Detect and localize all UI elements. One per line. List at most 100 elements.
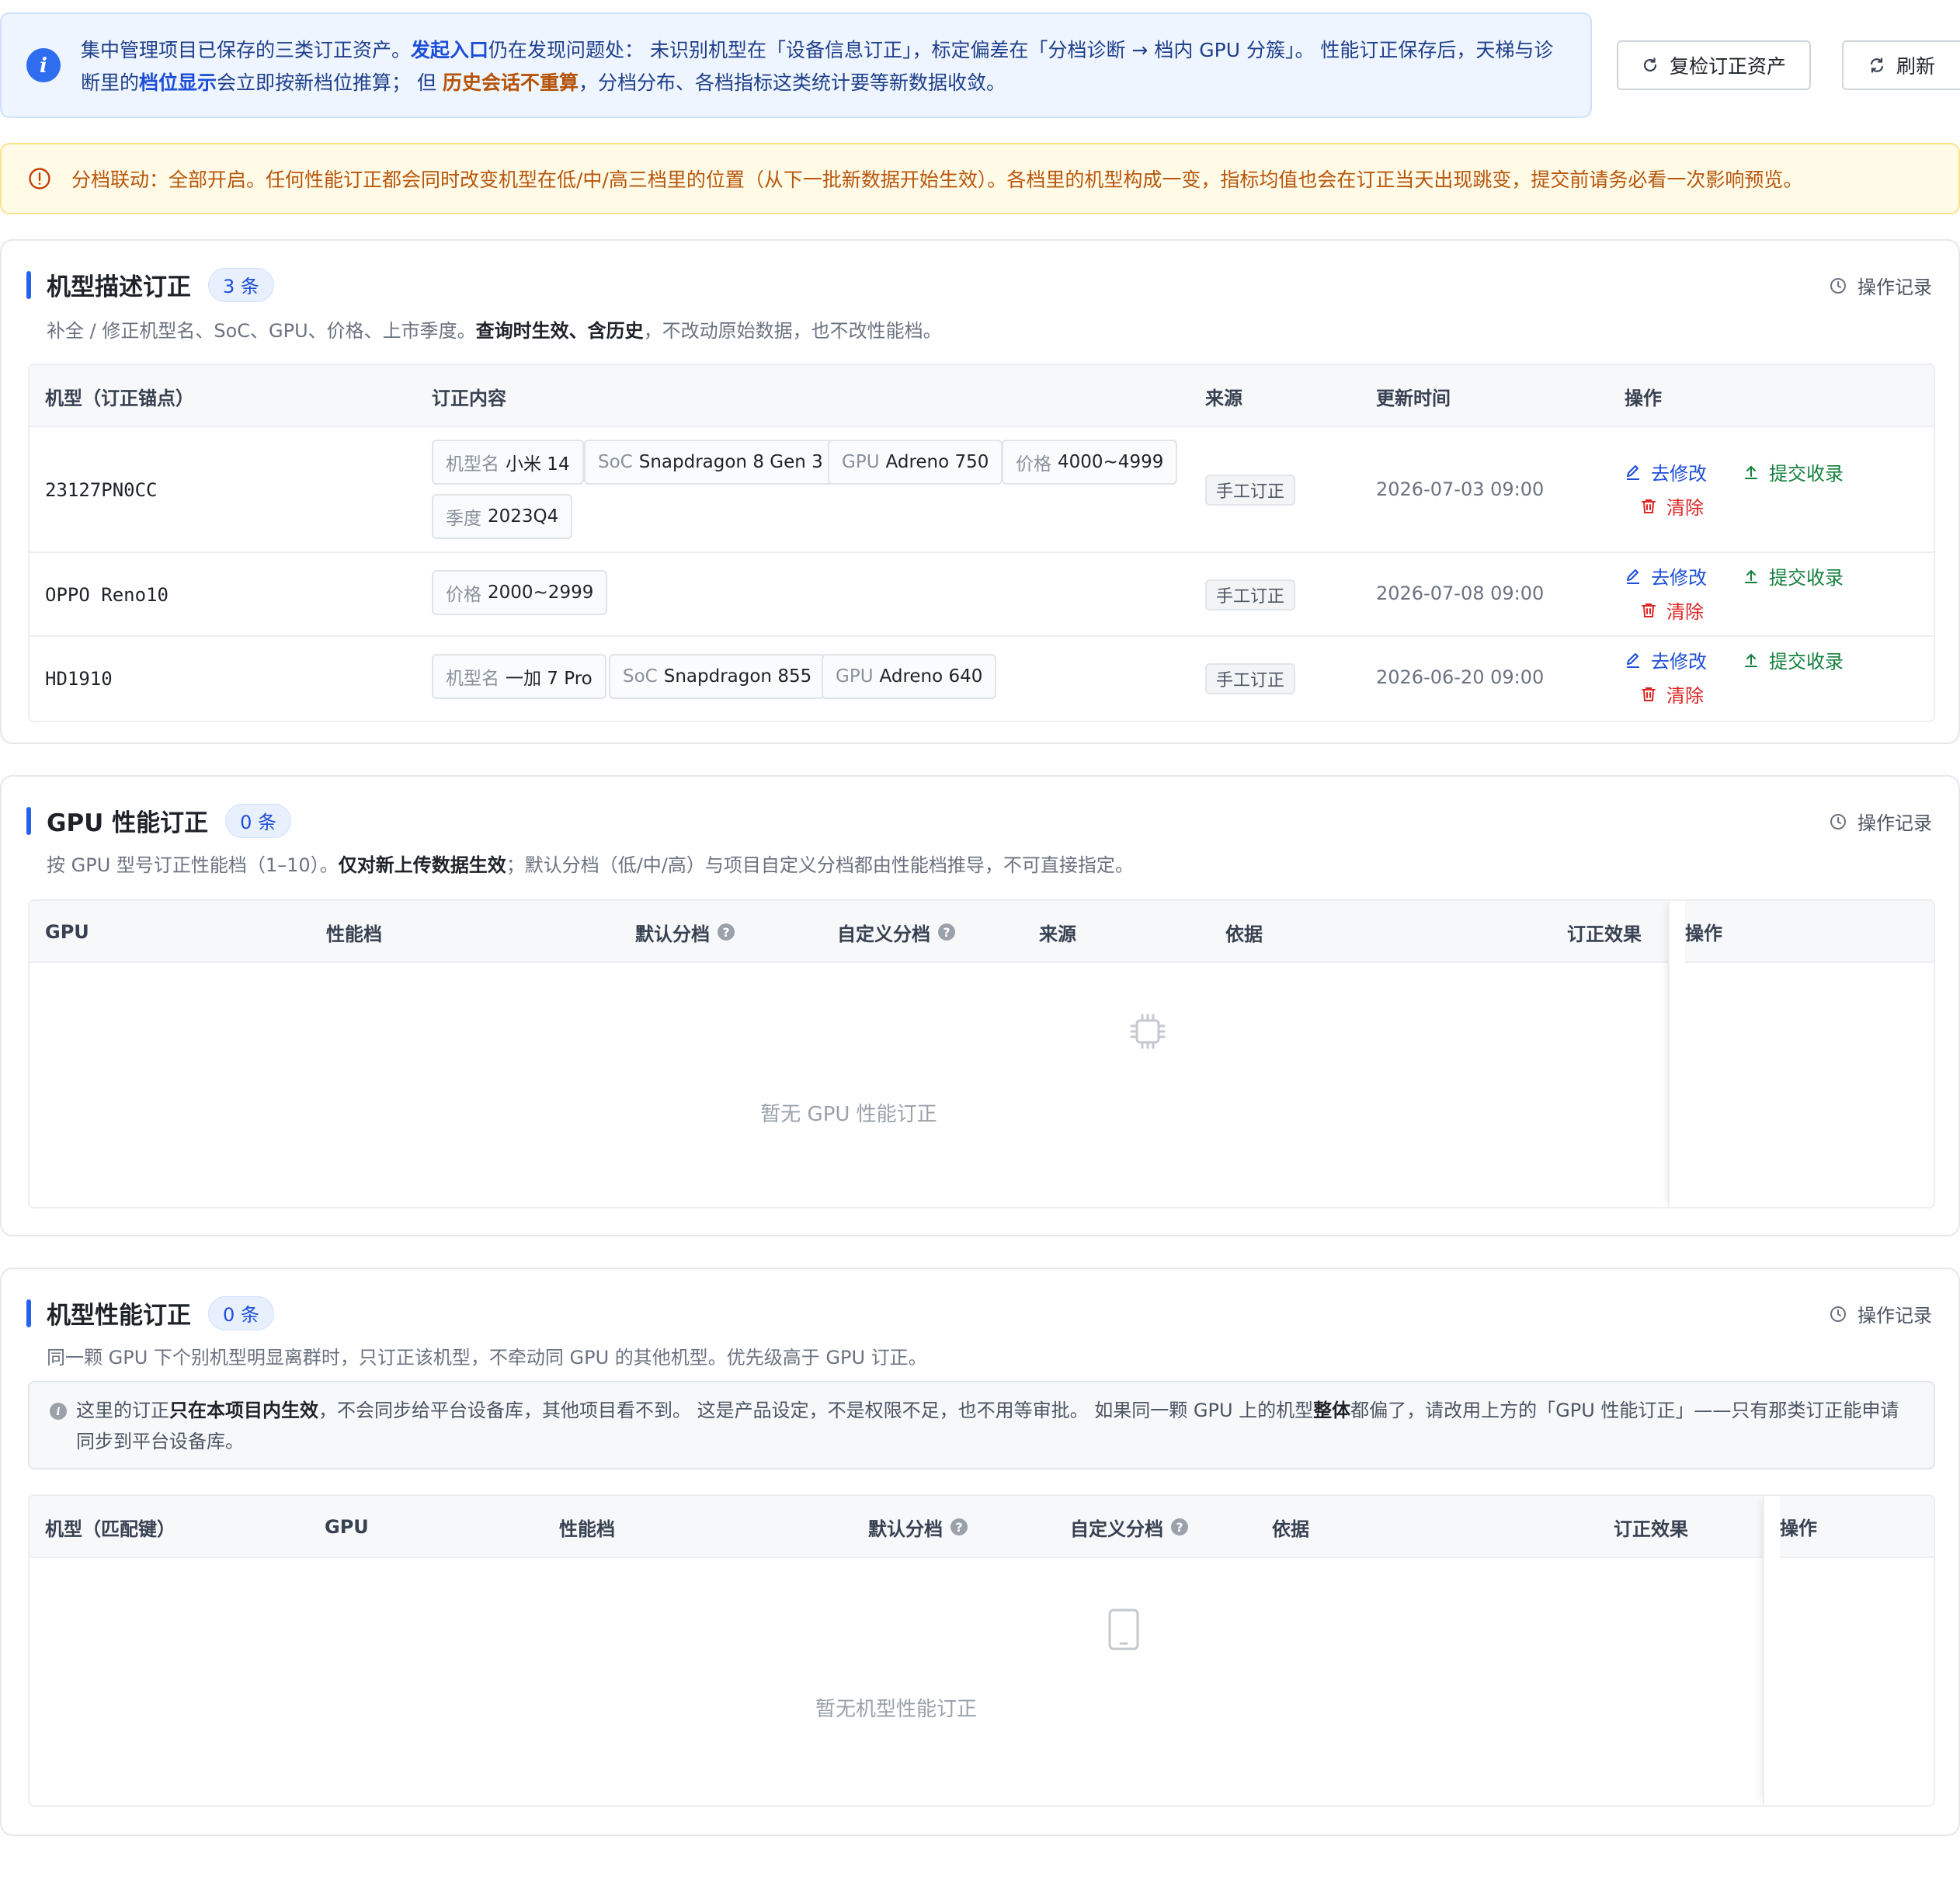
gpu-performance-table: GPU 性能档 默认分档? 自定义分档? 来源 依据 订正效果 操作 暂无 GP… bbox=[28, 899, 1935, 1209]
section-accent-bar bbox=[26, 1299, 31, 1327]
note-text: 这里的订正 bbox=[76, 1400, 169, 1421]
chip-icon bbox=[1128, 1011, 1168, 1052]
section-title: 机型性能订正 bbox=[47, 1302, 191, 1330]
scope-note: i 这里的订正只在本项目内生效，不会同步给平台设备库，其他项目看不到。 这是产品… bbox=[28, 1381, 1935, 1469]
pencil-icon bbox=[1625, 464, 1642, 481]
recheck-assets-label: 复检订正资产 bbox=[1669, 55, 1786, 78]
chip-key: 机型名 bbox=[446, 669, 499, 689]
table-row: 23127PN0CC 机型名 小米 14 SoC Snapdragon 8 Gen … bbox=[30, 427, 1934, 553]
col-custom-tier: 自定义分档? bbox=[1070, 1496, 1188, 1558]
edit-button[interactable]: 去修改 bbox=[1625, 458, 1707, 485]
operation-log-link[interactable]: 操作记录 bbox=[1830, 1300, 1932, 1327]
banner-tier-highlight: 档位显示 bbox=[139, 71, 217, 94]
svg-text:i: i bbox=[56, 1406, 60, 1418]
refresh-label: 刷新 bbox=[1896, 55, 1935, 78]
tablet-icon bbox=[1107, 1608, 1141, 1651]
edit-button[interactable]: 去修改 bbox=[1625, 562, 1707, 589]
submit-include-button[interactable]: 提交收录 bbox=[1743, 458, 1844, 485]
empty-text: 暂无机型性能订正 bbox=[815, 1698, 977, 1721]
col-basis: 依据 bbox=[1225, 923, 1263, 945]
clear-button[interactable]: 清除 bbox=[1640, 680, 1704, 708]
clear-button[interactable]: 清除 bbox=[1640, 596, 1704, 624]
col-gpu: GPU bbox=[45, 921, 89, 943]
table-header: 机型（匹配键） GPU 性能档 默认分档? 自定义分档? 依据 订正效果 bbox=[30, 1496, 1934, 1558]
operation-log-link[interactable]: 操作记录 bbox=[1830, 808, 1932, 835]
col-default-tier-label: 默认分档 bbox=[635, 923, 710, 945]
content-chip: 价格 4000~4999 bbox=[1002, 440, 1178, 485]
warning-icon bbox=[28, 167, 51, 190]
model-anchor: 23127PN0CC bbox=[45, 479, 158, 501]
submit-include-button[interactable]: 提交收录 bbox=[1743, 562, 1844, 589]
tier-linkage-warning: 分档联动：全部开启。任何性能订正都会同时改变机型在低/中/高三档里的位置（从下一… bbox=[0, 143, 1960, 214]
edit-label: 去修改 bbox=[1651, 567, 1707, 589]
chip-key: SoC bbox=[623, 666, 658, 687]
help-icon[interactable]: ? bbox=[1171, 1518, 1188, 1535]
content-chip: 季度 2023Q4 bbox=[432, 494, 573, 539]
content-chip: SoC Snapdragon 8 Gen 3 bbox=[584, 440, 837, 485]
actions-column: 操作 bbox=[1763, 1496, 1934, 1805]
upload-icon bbox=[1743, 568, 1760, 585]
col-model: 机型（订正锚点） bbox=[45, 387, 194, 409]
desc-text: ；默认分档（低/中/高）与项目自定义分档都由性能档推导，不可直接指定。 bbox=[506, 854, 1134, 876]
reload-icon bbox=[1642, 57, 1659, 74]
col-custom-tier-label: 自定义分档 bbox=[837, 923, 930, 945]
chip-key: SoC bbox=[598, 452, 633, 472]
empty-text: 暂无 GPU 性能订正 bbox=[760, 1103, 937, 1126]
source-tag: 手工订正 bbox=[1205, 475, 1296, 506]
edit-label: 去修改 bbox=[1651, 651, 1707, 673]
model-anchor: HD1910 bbox=[45, 668, 113, 690]
model-description-section: 机型描述订正 3 条 操作记录 补全 / 修正机型名、SoC、GPU、价格、上市… bbox=[0, 239, 1960, 744]
chip-value: 2000~2999 bbox=[488, 583, 594, 603]
chip-key: 季度 bbox=[446, 509, 481, 529]
help-icon[interactable]: ? bbox=[718, 923, 735, 941]
chip-key: 价格 bbox=[446, 585, 481, 605]
col-custom-tier: 自定义分档? bbox=[837, 901, 955, 963]
note-emphasis: 整体 bbox=[1313, 1400, 1351, 1421]
chip-value: Snapdragon 8 Gen 3 bbox=[638, 452, 823, 472]
chip-value: 4000~4999 bbox=[1058, 452, 1164, 472]
section-description: 补全 / 修正机型名、SoC、GPU、价格、上市季度。查询时生效、含历史，不改动… bbox=[47, 315, 942, 343]
section-accent-bar bbox=[26, 806, 31, 835]
col-perf-tier: 性能档 bbox=[326, 923, 382, 945]
desc-text: 补全 / 修正机型名、SoC、GPU、价格、上市季度。 bbox=[47, 320, 476, 342]
chip-value: Adreno 640 bbox=[879, 666, 983, 687]
col-content: 订正内容 bbox=[432, 387, 506, 409]
table-row: HD1910 机型名 一加 7 Pro SoC Snapdragon 855 GPU… bbox=[30, 637, 1934, 721]
chip-key: GPU bbox=[842, 452, 880, 472]
empty-state bbox=[1062, 1608, 1186, 1651]
col-custom-tier-label: 自定义分档 bbox=[1070, 1518, 1163, 1540]
count-badge: 0 条 bbox=[208, 1295, 274, 1330]
col-basis: 依据 bbox=[1272, 1518, 1309, 1540]
col-effect: 订正效果 bbox=[1567, 923, 1642, 945]
clear-label: 清除 bbox=[1666, 685, 1704, 707]
source-tag: 手工订正 bbox=[1205, 663, 1296, 694]
content-chip: 机型名 小米 14 bbox=[432, 440, 584, 485]
operation-log-label: 操作记录 bbox=[1857, 812, 1932, 834]
warning-text: 分档联动：全部开启。任何性能订正都会同时改变机型在低/中/高三档里的位置（从下一… bbox=[71, 169, 1803, 191]
edit-button[interactable]: 去修改 bbox=[1625, 646, 1707, 673]
operation-log-link[interactable]: 操作记录 bbox=[1830, 272, 1932, 299]
refresh-button[interactable]: 刷新 bbox=[1842, 40, 1960, 90]
upload-icon bbox=[1743, 652, 1760, 669]
source-tag: 手工订正 bbox=[1205, 579, 1296, 610]
section-accent-bar bbox=[26, 270, 31, 299]
upload-icon bbox=[1743, 464, 1760, 481]
submit-include-button[interactable]: 提交收录 bbox=[1743, 646, 1844, 673]
submit-include-label: 提交收录 bbox=[1769, 567, 1844, 589]
model-performance-section: 机型性能订正 0 条 操作记录 同一颗 GPU 下个别机型明显离群时，只订正该机… bbox=[0, 1268, 1960, 1836]
section-description: 按 GPU 型号订正性能档（1–10）。仅对新上传数据生效；默认分档（低/中/高… bbox=[47, 850, 1134, 877]
model-performance-table: 机型（匹配键） GPU 性能档 默认分档? 自定义分档? 依据 订正效果 操作 … bbox=[28, 1494, 1935, 1807]
model-anchor: OPPO Reno10 bbox=[45, 584, 169, 606]
clear-button[interactable]: 清除 bbox=[1640, 492, 1704, 520]
banner-entry-highlight: 发起入口 bbox=[411, 39, 489, 61]
col-actions: 操作 bbox=[1625, 387, 1662, 409]
recheck-assets-button[interactable]: 复检订正资产 bbox=[1617, 40, 1811, 90]
help-icon[interactable]: ? bbox=[938, 923, 955, 941]
col-model-key: 机型（匹配键） bbox=[45, 1518, 175, 1540]
svg-text:i: i bbox=[40, 54, 47, 78]
trash-icon bbox=[1640, 498, 1657, 515]
help-icon[interactable]: ? bbox=[950, 1518, 968, 1535]
col-source: 来源 bbox=[1039, 923, 1076, 945]
chip-value: 2023Q4 bbox=[488, 506, 559, 527]
col-perf-tier: 性能档 bbox=[559, 1518, 615, 1540]
